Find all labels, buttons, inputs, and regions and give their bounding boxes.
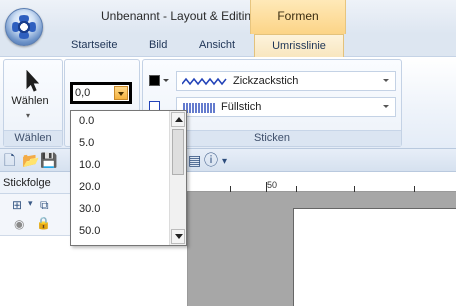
help-icon[interactable]: ⓘ [204,153,218,167]
open-folder-icon[interactable]: 📂 [22,153,39,167]
scroll-down-icon[interactable] [171,229,185,244]
title-bar: Unbenannt - Layout & Editing Formen [0,0,456,34]
width-dropdown-list[interactable]: 0.0 5.0 10.0 20.0 30.0 50.0 [70,110,187,246]
chevron-down-icon[interactable] [114,86,128,100]
visibility-eye-icon[interactable]: ◉ [14,217,24,231]
dropdown-option[interactable]: 10.0 [79,159,100,171]
fill-stitch-icon [183,103,215,113]
ruler-tick [414,186,415,192]
scroll-up-icon[interactable] [171,112,185,127]
tab-ansicht[interactable]: Ansicht [199,39,235,51]
tab-umrisslinie[interactable]: Umrisslinie [254,34,344,57]
dropdown-scrollbar[interactable] [169,111,186,245]
dropdown-option[interactable]: 20.0 [79,181,100,193]
select-dropdown-arrow-icon[interactable]: ▾ [26,111,30,120]
zigzag-stitch-icon [182,77,227,86]
chevron-down-icon[interactable]: ▾ [28,198,33,209]
color-swatch [149,75,160,86]
lock-icon[interactable]: 🔒 [36,216,51,230]
context-tab-formen[interactable]: Formen [250,0,346,34]
quick-access-toolbar: 🗋 📂 💾 ▤ ⓘ ▾ [0,148,456,172]
group-waehlen-label: Wählen [4,130,62,146]
tab-startseite[interactable]: Startseite [71,39,117,51]
new-file-icon[interactable]: 🗋 [4,153,15,167]
line-color-picker[interactable] [146,71,172,91]
save-icon[interactable]: 💾 [40,153,57,167]
chevron-down-icon [383,105,389,108]
application-button[interactable] [5,8,43,46]
line-stitch-label: Zickzackstich [233,75,299,87]
tab-umrisslinie-label: Umrisslinie [272,40,326,52]
tab-bild[interactable]: Bild [149,39,167,51]
layout-icon[interactable]: ▤ [188,153,201,167]
width-combobox-value[interactable]: 0,0 [75,87,90,99]
ruler-tick [230,186,231,192]
line-stitch-select[interactable]: Zickzackstich [176,71,396,91]
ruler-tick [354,186,355,192]
dropdown-option[interactable]: 50.0 [79,225,100,237]
dropdown-option[interactable]: 5.0 [79,137,94,149]
ruler-label-50: 50 [267,180,278,190]
window-title: Unbenannt - Layout & Editing [101,9,258,23]
view-mode-icon[interactable]: ⊞ [12,198,22,212]
ribbon-panel: Wählen Sticken Wählen ▾ Zickzackstich Fü… [0,56,456,148]
horizontal-ruler [170,172,456,192]
ribbon-tab-row: Startseite Bild Ansicht [0,34,456,56]
customize-qat-icon[interactable]: ▾ [222,155,227,169]
fill-stitch-label: Füllstich [221,101,262,113]
design-canvas[interactable] [293,208,456,306]
chevron-down-icon [383,79,389,82]
select-arrow-icon[interactable] [26,70,40,92]
context-tab-label: Formen [277,9,319,23]
stitch-order-title: Stickfolge [3,177,51,189]
scroll-thumb[interactable] [172,129,184,175]
chevron-down-icon [163,79,169,82]
dropdown-option[interactable]: 30.0 [79,203,100,215]
ruler-tick [296,186,297,192]
width-combobox[interactable]: 0,0 [70,82,132,104]
dropdown-option[interactable]: 0.0 [79,115,94,127]
group-icon[interactable]: ⧉ [40,198,49,213]
select-button[interactable]: Wählen [4,95,56,107]
fill-stitch-select[interactable]: Füllstich [176,97,396,117]
flower-center-icon [15,18,33,36]
